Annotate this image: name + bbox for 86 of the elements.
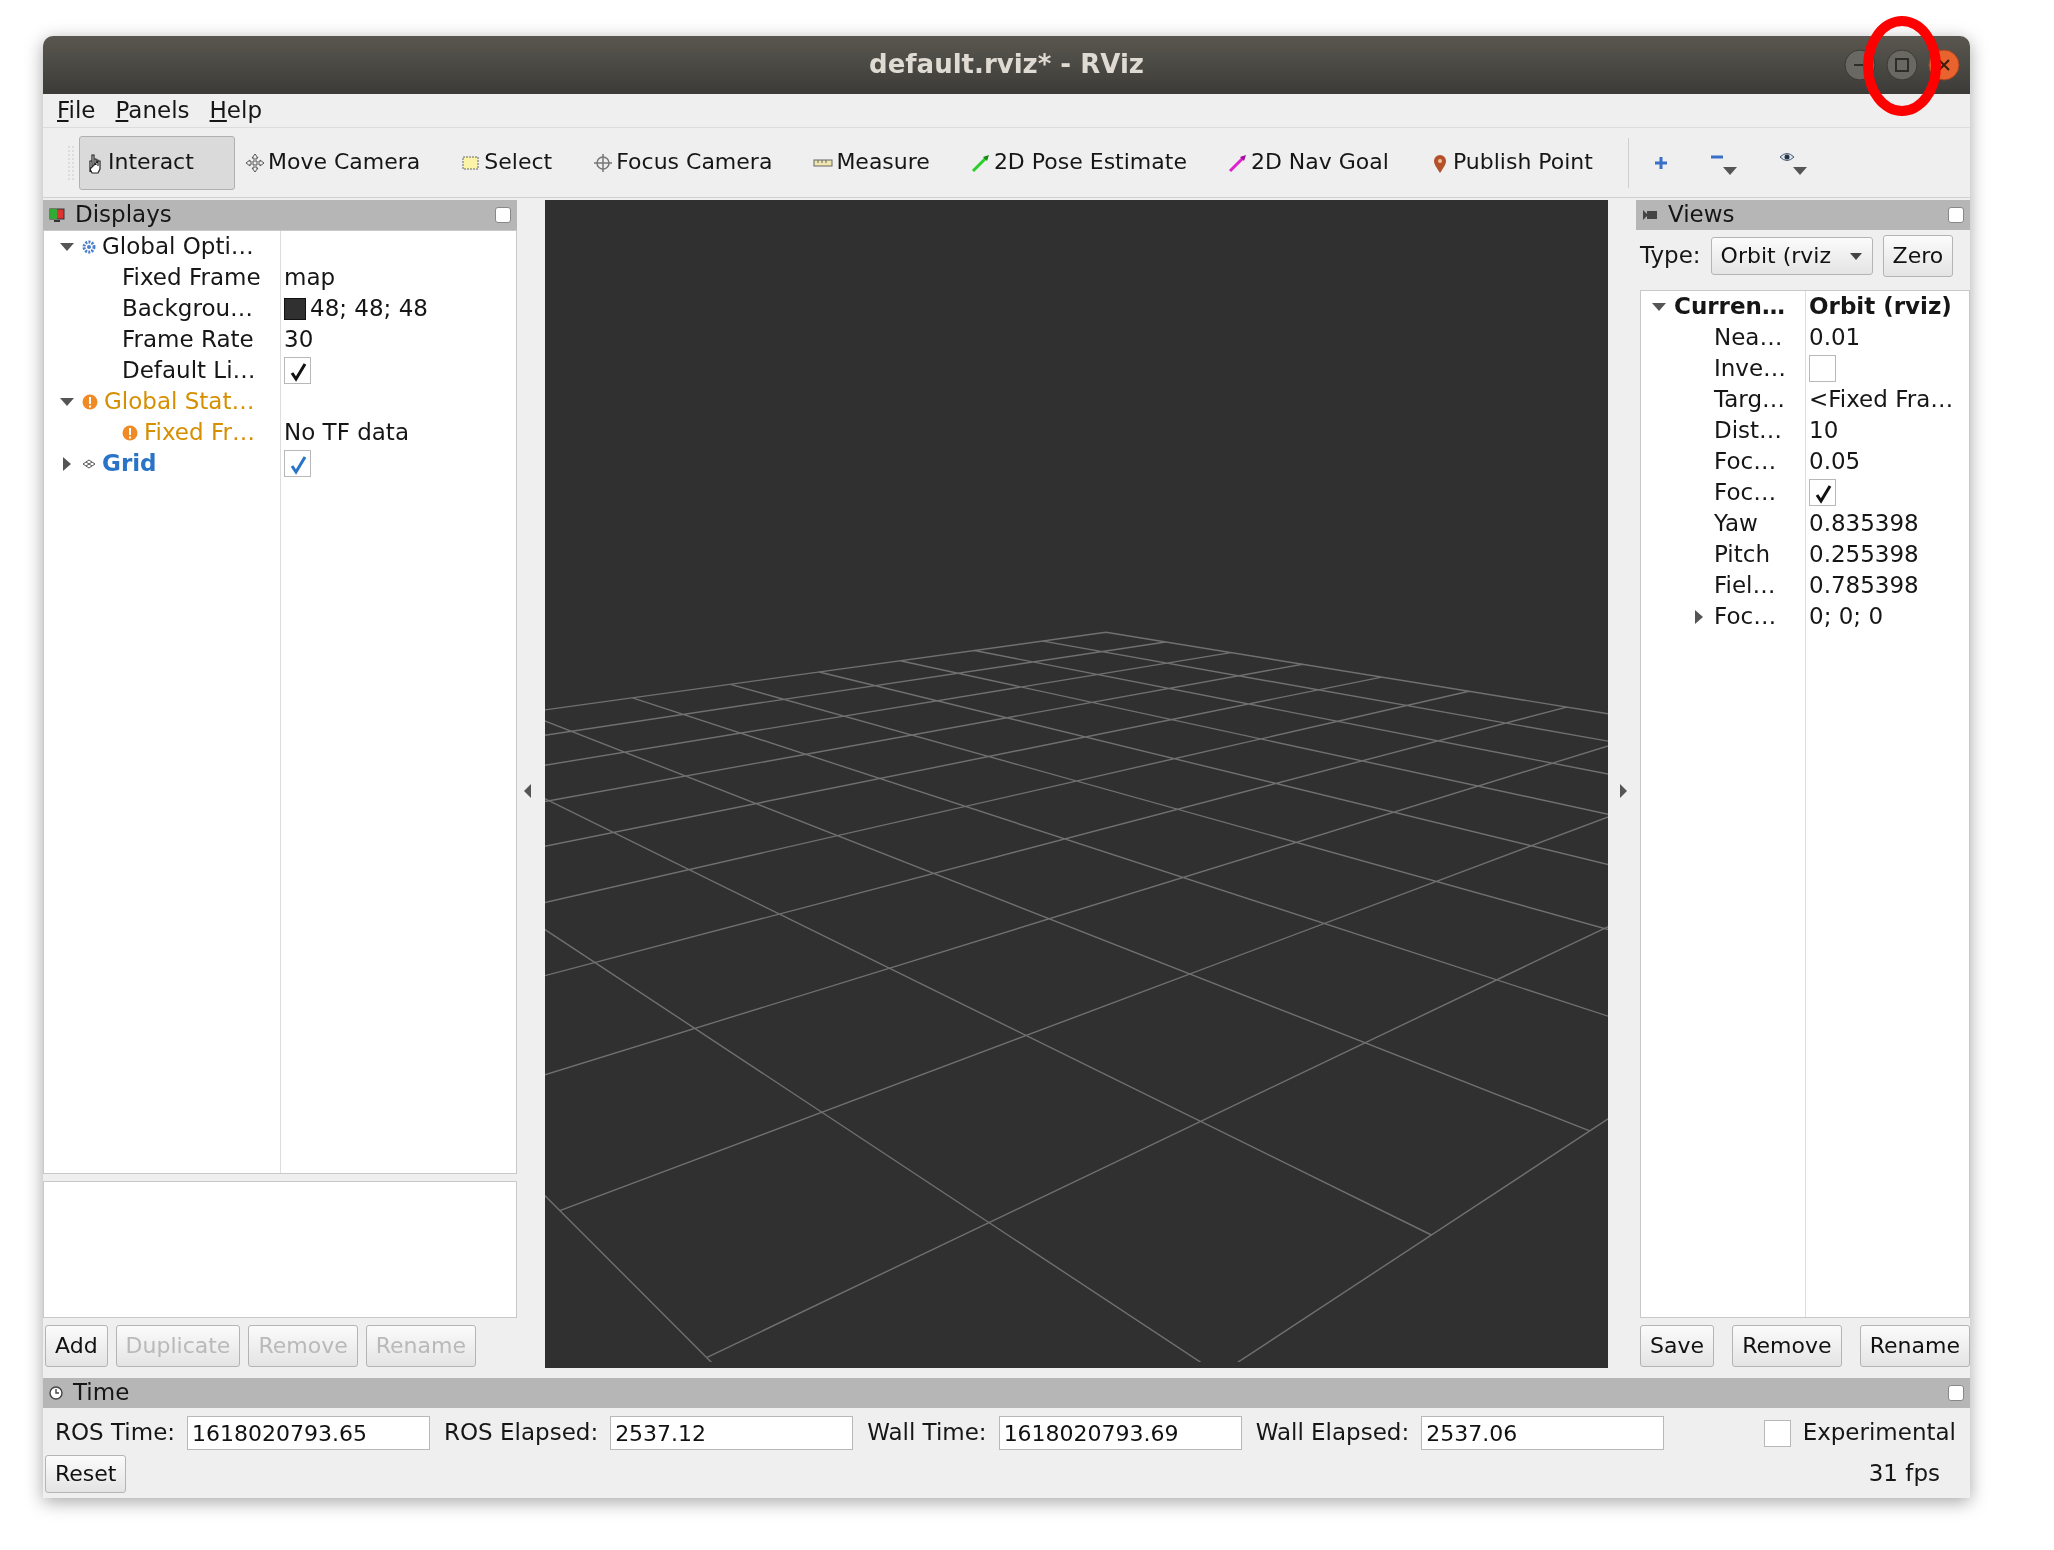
clock-icon: [49, 1386, 63, 1400]
float-toggle[interactable]: [1948, 207, 1964, 223]
checkbox[interactable]: [284, 450, 311, 477]
tool-button[interactable]: Publish Point: [1423, 135, 1598, 190]
property-name[interactable]: Targ…: [1714, 385, 1785, 414]
property-value: 0; 0; 0: [1809, 602, 1884, 631]
property-name[interactable]: Default Li…: [122, 356, 256, 385]
property-name[interactable]: Global Opti…: [102, 232, 254, 261]
crosshair-icon: [592, 151, 615, 174]
property-value: 10: [1809, 416, 1839, 445]
property-name[interactable]: Frame Rate: [122, 325, 254, 354]
color-swatch[interactable]: [284, 297, 306, 320]
property-name[interactable]: Fiel…: [1714, 571, 1776, 600]
minimize-icon[interactable]: [1844, 49, 1876, 81]
checkbox[interactable]: [1809, 479, 1836, 506]
type-label: Type:: [1640, 242, 1701, 270]
time-field[interactable]: 1618020793.69: [998, 1416, 1242, 1450]
property-value: 0.835398: [1809, 509, 1919, 538]
menu-item[interactable]: File: [57, 96, 96, 125]
time-field[interactable]: 2537.12: [610, 1416, 854, 1450]
tool-button[interactable]: Focus Camera: [587, 135, 778, 190]
property-name[interactable]: Yaw: [1714, 509, 1758, 538]
caret-down-icon: [1848, 251, 1863, 261]
property-value: 0.255398: [1809, 540, 1919, 569]
float-toggle[interactable]: [495, 207, 511, 223]
property-name[interactable]: Fixed Frame: [122, 263, 261, 292]
panel-title: Displays: [75, 201, 173, 229]
menu-item[interactable]: Panels: [115, 96, 190, 125]
property-name[interactable]: Dist…: [1714, 416, 1783, 445]
panel-title: Time: [73, 1379, 131, 1407]
grid-icon: [82, 457, 96, 470]
zero-button[interactable]: Zero: [1882, 235, 1954, 277]
tool-button[interactable]: Select: [455, 135, 558, 190]
property-value: 0.01: [1809, 323, 1861, 352]
checkbox[interactable]: [284, 357, 311, 384]
menu-item[interactable]: Help: [209, 96, 262, 125]
property-value: map: [284, 263, 336, 292]
checkbox[interactable]: [1809, 355, 1836, 382]
property-value: No TF data: [284, 418, 409, 447]
type-dropdown[interactable]: Orbit (rviz: [1710, 237, 1873, 275]
property-name[interactable]: Foc…: [1714, 447, 1777, 476]
camera-icon: [1642, 208, 1658, 222]
collapse-left-icon[interactable]: [523, 784, 532, 798]
panel-button[interactable]: Add: [45, 1325, 108, 1367]
collapse-right-icon[interactable]: [1619, 784, 1628, 798]
window-title: default.rviz* - RViz: [869, 49, 1144, 81]
maximize-icon[interactable]: [1886, 49, 1918, 81]
field-label: ROS Time:: [55, 1419, 176, 1447]
property-value: 0.785398: [1809, 571, 1919, 600]
time-field[interactable]: 2537.06: [1421, 1416, 1665, 1450]
panel-title: Views: [1668, 201, 1736, 229]
checkbox[interactable]: [1763, 1419, 1791, 1447]
tool-button[interactable]: 2D Pose Estimate: [964, 135, 1192, 190]
property-value: <Fixed Fra…: [1809, 385, 1954, 414]
float-toggle[interactable]: [1948, 1385, 1964, 1401]
field-label: ROS Elapsed:: [444, 1419, 599, 1447]
gear-icon: [82, 239, 96, 254]
property-name[interactable]: Foc…: [1714, 602, 1777, 631]
tool-button[interactable]: Move Camera: [239, 135, 426, 190]
time-field[interactable]: 1618020793.65: [187, 1416, 431, 1450]
fps-label: 31 fps: [1868, 1460, 1940, 1488]
property-name[interactable]: Foc…: [1714, 478, 1777, 507]
panel-button[interactable]: Remove: [1732, 1325, 1842, 1367]
tool-button[interactable]: 2D Nav Goal: [1221, 135, 1394, 190]
property-name[interactable]: Pitch: [1714, 540, 1770, 569]
property-value: 30: [284, 325, 314, 354]
move-arrows-icon: [244, 151, 266, 174]
reset-button[interactable]: Reset: [45, 1455, 127, 1493]
panel-button[interactable]: Save: [1640, 1325, 1714, 1367]
property-value: Orbit (rviz): [1809, 292, 1952, 321]
field-label: Wall Elapsed:: [1255, 1419, 1410, 1447]
property-name[interactable]: Curren…: [1674, 292, 1785, 321]
property-name[interactable]: Grid: [102, 449, 157, 478]
tool-button[interactable]: Interact: [79, 135, 235, 190]
tool-button[interactable]: Measure: [807, 135, 935, 190]
property-name[interactable]: Inve…: [1714, 354, 1787, 383]
property-name[interactable]: Nea…: [1714, 323, 1783, 352]
plus-icon[interactable]: [1652, 154, 1669, 171]
close-icon[interactable]: [1928, 49, 1960, 81]
panel-button[interactable]: Rename: [1859, 1325, 1970, 1367]
field-label: Wall Time:: [867, 1419, 987, 1447]
property-value: 0.05: [1809, 447, 1861, 476]
property-name[interactable]: Backgrou…: [122, 294, 254, 323]
property-value: 48; 48; 48: [310, 294, 428, 323]
checkbox-label[interactable]: Experimental: [1802, 1419, 1956, 1447]
monitor-icon: [49, 207, 65, 223]
